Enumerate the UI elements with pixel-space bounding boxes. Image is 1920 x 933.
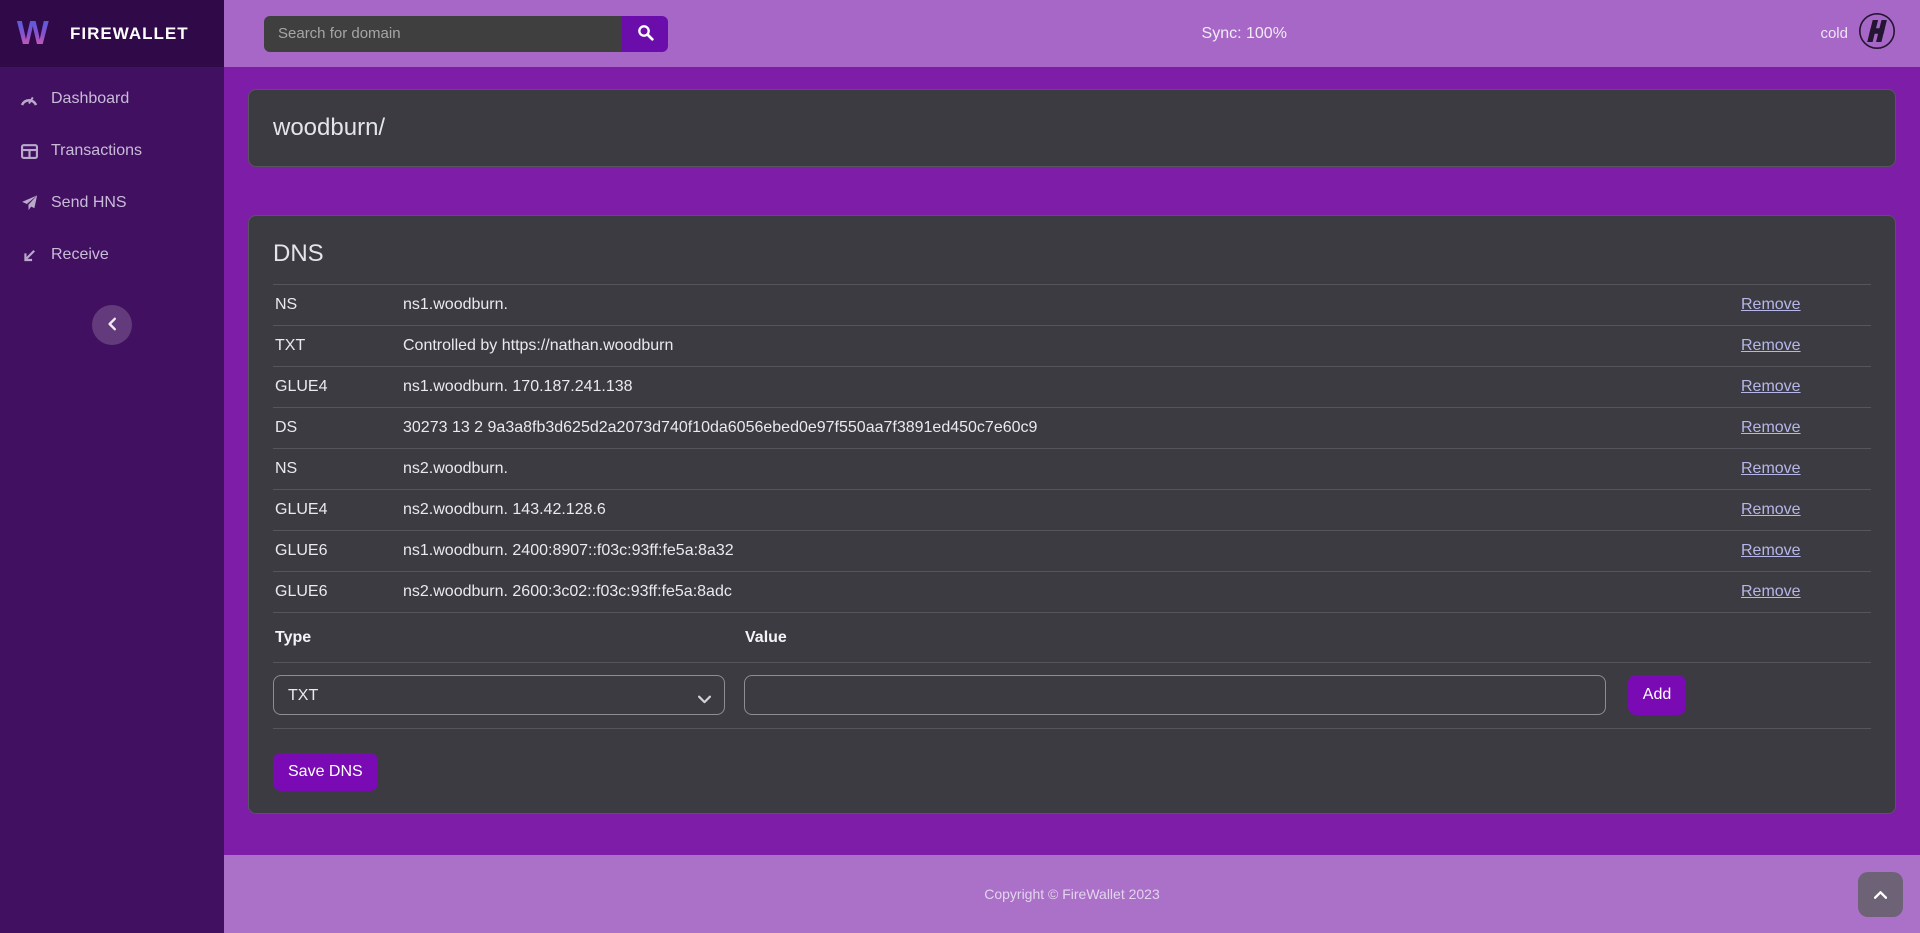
sync-status: Sync: 100% [668,25,1820,43]
dns-record-row: DS 30273 13 2 9a3a8fb3d625d2a2073d740f10… [273,407,1871,448]
record-value: Controlled by https://nathan.woodburn [403,337,1741,355]
topbar: Sync: 100% cold [224,0,1920,67]
wallet-info: cold [1820,12,1896,55]
dns-record-row: TXT Controlled by https://nathan.woodbur… [273,325,1871,366]
gauge-icon [20,92,38,107]
record-type: GLUE6 [273,583,403,601]
firewallet-logo-icon: W [16,11,58,56]
remove-link[interactable]: Remove [1741,501,1801,518]
paper-plane-icon [20,195,38,211]
sidebar-item-dashboard[interactable]: Dashboard [0,73,224,125]
record-value-input[interactable] [744,675,1606,715]
domain-card: woodburn/ [248,89,1896,167]
sidebar-item-label: Dashboard [51,90,129,108]
dns-rows: NS ns1.woodburn. Remove TXT Controlled b… [273,284,1871,612]
record-value: ns2.woodburn. 143.42.128.6 [403,501,1741,519]
record-value: ns2.woodburn. [403,460,1741,478]
main-area: woodburn/ DNS NS ns1.woodburn. Remove TX… [224,67,1920,855]
record-value: ns1.woodburn. 2400:8907::f03c:93ff:fe5a:… [403,542,1741,560]
sidebar-item-transactions[interactable]: Transactions [0,125,224,177]
brand-name: FIREWALLET [70,24,189,44]
dns-record-row: GLUE6 ns2.woodburn. 2600:3c02::f03c:93ff… [273,571,1871,612]
search-input[interactable] [264,16,622,52]
record-value: ns1.woodburn. 170.187.241.138 [403,378,1741,396]
record-value: 30273 13 2 9a3a8fb3d625d2a2073d740f10da6… [403,419,1741,437]
remove-link[interactable]: Remove [1741,296,1801,313]
arrow-down-left-icon [20,248,38,263]
sidebar-menu: Dashboard Transactions S [0,67,224,281]
record-type: NS [273,460,403,478]
record-type: DS [273,419,403,437]
content-column: Sync: 100% cold woodbu [224,0,1920,933]
svg-text:W: W [17,14,49,51]
dns-record-row: GLUE4 ns2.woodburn. 143.42.128.6 Remove [273,489,1871,530]
wallet-mode-label: cold [1820,25,1848,42]
record-type: NS [273,296,403,314]
search-button[interactable] [622,16,668,52]
sidebar-item-label: Send HNS [51,194,127,212]
record-type: TXT [273,337,403,355]
sidebar-item-send-hns[interactable]: Send HNS [0,177,224,229]
dns-card-title: DNS [273,240,1871,268]
add-record-button[interactable]: Add [1628,675,1686,715]
record-action-cell: Remove [1741,583,1871,601]
dns-record-row: NS ns1.woodburn. Remove [273,284,1871,325]
handshake-logo-icon[interactable] [1858,12,1896,55]
dns-records-table: NS ns1.woodburn. Remove TXT Controlled b… [273,284,1871,729]
dns-record-row: GLUE6 ns1.woodburn. 2400:8907::f03c:93ff… [273,530,1871,571]
value-column-header: Value [745,629,787,647]
sidebar: W FIREWALLET Dashboard [0,0,224,933]
app-window: W FIREWALLET Dashboard [0,0,1920,933]
record-action-cell: Remove [1741,419,1871,437]
sidebar-item-receive[interactable]: Receive [0,229,224,281]
domain-search [264,16,668,52]
save-dns-button[interactable]: Save DNS [273,753,378,791]
record-action-cell: Remove [1741,296,1871,314]
record-action-cell: Remove [1741,460,1871,478]
remove-link[interactable]: Remove [1741,460,1801,477]
record-type-select[interactable]: TXT [273,675,725,715]
remove-link[interactable]: Remove [1741,419,1801,436]
sidebar-item-label: Receive [51,246,109,264]
footer: Copyright © FireWallet 2023 [224,855,1920,933]
record-action-cell: Remove [1741,337,1871,355]
dns-add-row: TXT Add [273,662,1871,729]
record-type: GLUE4 [273,378,403,396]
record-type: GLUE6 [273,542,403,560]
scroll-top-button[interactable] [1858,872,1903,917]
remove-link[interactable]: Remove [1741,583,1801,600]
dns-record-row: GLUE4 ns1.woodburn. 170.187.241.138 Remo… [273,366,1871,407]
domain-title: woodburn/ [273,114,1871,142]
record-action-cell: Remove [1741,542,1871,560]
record-type: GLUE4 [273,501,403,519]
search-icon [637,24,654,44]
remove-link[interactable]: Remove [1741,542,1801,559]
table-icon [20,144,38,159]
chevron-up-icon [1874,887,1887,902]
sidebar-item-label: Transactions [51,142,142,160]
sidebar-collapse-button[interactable] [92,305,132,345]
remove-link[interactable]: Remove [1741,378,1801,395]
record-value: ns1.woodburn. [403,296,1741,314]
copyright-text: Copyright © FireWallet 2023 [984,886,1160,902]
record-value: ns2.woodburn. 2600:3c02::f03c:93ff:fe5a:… [403,583,1741,601]
type-column-header: Type [273,629,745,647]
dns-card: DNS NS ns1.woodburn. Remove TXT Controll… [248,215,1896,814]
brand-header[interactable]: W FIREWALLET [0,0,224,67]
dns-form-header: Type Value [273,612,1871,662]
record-action-cell: Remove [1741,501,1871,519]
chevron-left-icon [107,317,117,334]
record-action-cell: Remove [1741,378,1871,396]
remove-link[interactable]: Remove [1741,337,1801,354]
dns-record-row: NS ns2.woodburn. Remove [273,448,1871,489]
